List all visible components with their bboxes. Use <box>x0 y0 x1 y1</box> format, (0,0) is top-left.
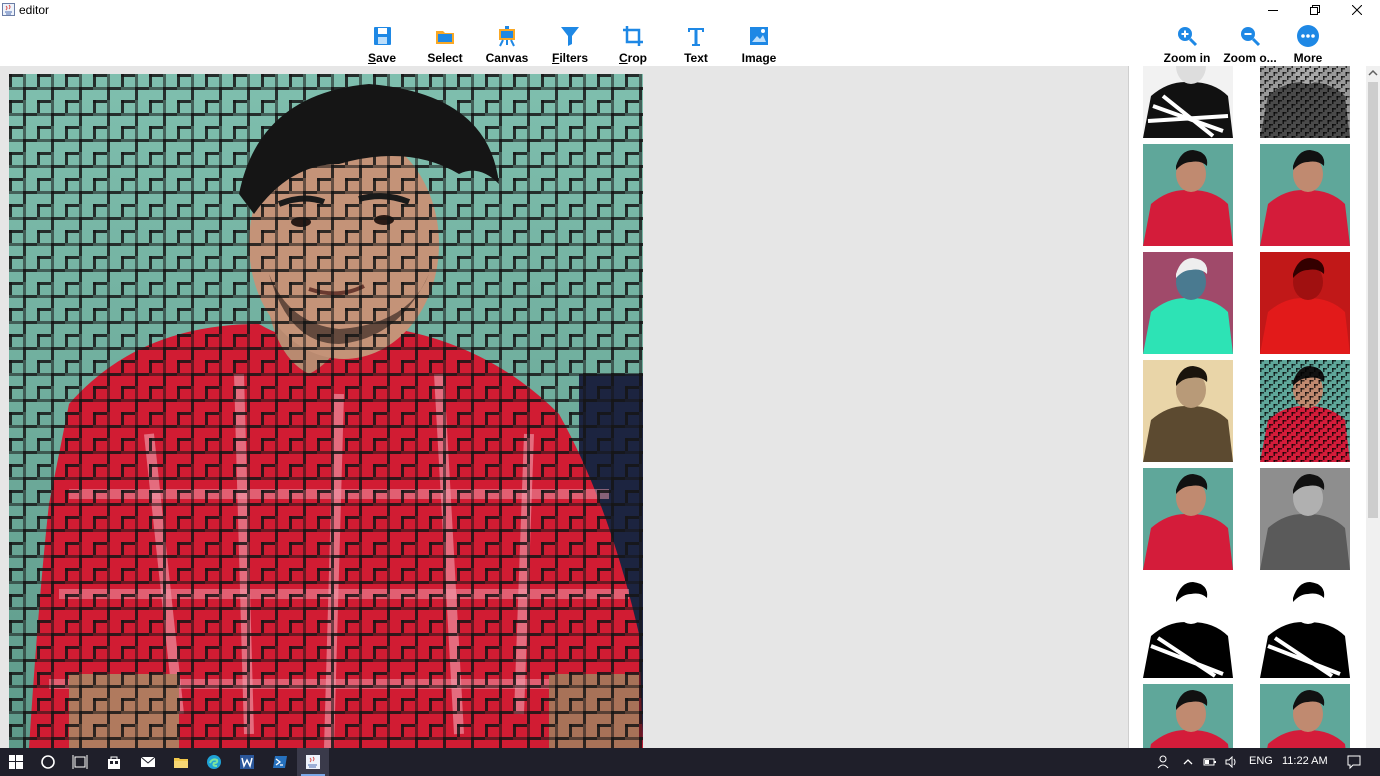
store-button[interactable] <box>98 748 130 776</box>
image-button[interactable]: Image <box>727 22 791 66</box>
minimize-icon <box>1268 10 1278 11</box>
task-view-button[interactable] <box>64 748 96 776</box>
canvas-label: Canvas <box>485 51 529 65</box>
select-button[interactable]: Select <box>413 22 477 66</box>
scroll-up-icon[interactable] <box>1366 66 1380 80</box>
filters-label: Filters <box>551 51 589 65</box>
java-app-icon <box>2 3 15 16</box>
folder-icon <box>436 31 454 44</box>
file-explorer-icon <box>174 758 188 768</box>
clock[interactable]: 11:22 AM <box>1282 755 1328 767</box>
text-label: Text <box>684 51 708 65</box>
powershell-icon <box>273 756 287 768</box>
crop-label: Crop <box>618 51 647 65</box>
zoom-out-button[interactable]: Zoom o... <box>1218 22 1282 66</box>
notification-icon <box>1347 755 1361 770</box>
more-label: More <box>1293 51 1323 65</box>
scrollbar-thumb[interactable] <box>1368 82 1378 518</box>
cortana-circle-icon <box>41 755 55 769</box>
file-explorer-button[interactable] <box>165 748 197 776</box>
window-title: editor <box>19 3 50 17</box>
restore-icon <box>1310 5 1320 15</box>
image-icon <box>750 27 768 45</box>
chevron-up-icon <box>1183 759 1193 765</box>
windows-logo-icon <box>9 755 23 769</box>
action-center-button[interactable] <box>1338 748 1370 776</box>
title-bar: editor <box>0 0 1380 20</box>
task-view-icon <box>72 755 88 769</box>
store-bag-icon <box>108 756 120 769</box>
close-button[interactable] <box>1336 0 1378 20</box>
filters-button[interactable]: Filters <box>538 22 602 66</box>
save-button[interactable]: Save <box>350 22 414 66</box>
close-icon <box>1352 5 1362 15</box>
input-language[interactable]: ENG <box>1249 755 1273 767</box>
java-editor-taskbar-button[interactable] <box>297 748 329 776</box>
easel-icon <box>499 26 515 47</box>
edge-icon <box>207 755 221 769</box>
save-icon <box>374 27 391 45</box>
battery-icon <box>1203 758 1216 766</box>
edge-button[interactable] <box>198 748 230 776</box>
thumbnail-scrollbar[interactable] <box>1366 66 1380 748</box>
zoom-in-button[interactable]: Zoom in <box>1155 22 1219 66</box>
volume-button[interactable] <box>1220 748 1244 776</box>
filter-thumbnails <box>1143 66 1350 748</box>
word-button[interactable] <box>231 748 263 776</box>
zoom-out-label: Zoom o... <box>1223 51 1277 65</box>
battery-button[interactable] <box>1198 748 1222 776</box>
edited-photo[interactable] <box>9 74 643 748</box>
people-icon <box>1157 755 1169 769</box>
canvas-button[interactable]: Canvas <box>475 22 539 66</box>
text-icon <box>688 28 704 46</box>
windows-taskbar: ENG 11:22 AM <box>0 748 1380 776</box>
word-icon <box>240 755 254 769</box>
minimize-button[interactable] <box>1252 0 1294 20</box>
mail-icon <box>140 756 156 767</box>
image-label: Image <box>741 51 777 65</box>
java-app-icon <box>306 755 320 769</box>
crop-icon <box>623 26 643 46</box>
filter-icon <box>561 27 579 46</box>
crop-button[interactable]: Crop <box>601 22 665 66</box>
volume-icon <box>1225 756 1236 768</box>
restore-button[interactable] <box>1294 0 1336 20</box>
zoom-in-icon <box>1178 27 1198 47</box>
text-button[interactable]: Text <box>664 22 728 66</box>
more-button[interactable]: More <box>1276 22 1340 66</box>
mail-button[interactable] <box>132 748 164 776</box>
save-label: Save <box>367 51 397 65</box>
photo-image <box>9 74 643 748</box>
select-label: Select <box>427 51 463 65</box>
start-button[interactable] <box>0 748 32 776</box>
search-button[interactable] <box>32 748 64 776</box>
zoom-in-label: Zoom in <box>1163 51 1211 65</box>
more-icon <box>1297 25 1319 47</box>
filter-thumbnail-panel[interactable] <box>1128 66 1367 748</box>
powershell-button[interactable] <box>264 748 296 776</box>
show-hidden-icons-button[interactable] <box>1176 748 1200 776</box>
zoom-out-icon <box>1241 27 1261 47</box>
